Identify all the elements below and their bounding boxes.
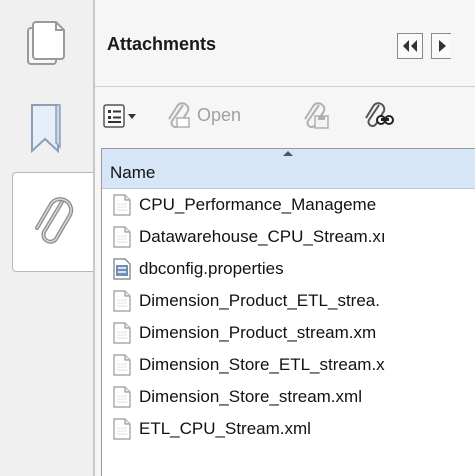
document-icon	[112, 322, 132, 344]
chevron-right-icon	[438, 40, 446, 52]
pages-button[interactable]	[0, 0, 92, 86]
list-item[interactable]: CPU_Performance_Manageme	[102, 189, 475, 221]
search-attachments-button[interactable]	[365, 102, 395, 130]
open-label: Open	[197, 104, 242, 125]
list-item[interactable]: Dimension_Product_ETL_strea.	[102, 285, 475, 317]
document-icon	[112, 194, 132, 216]
file-name: Datawarehouse_CPU_Stream.xı	[139, 227, 386, 246]
navigation-rail	[0, 0, 95, 476]
open-attachment-icon	[168, 102, 190, 128]
properties-file-icon	[112, 258, 132, 280]
attachments-button[interactable]	[12, 172, 95, 272]
list-item[interactable]: dbconfig.properties	[102, 253, 475, 285]
bookmarks-button[interactable]	[0, 86, 92, 172]
list-item[interactable]: Datawarehouse_CPU_Stream.xı	[102, 221, 475, 253]
file-name: dbconfig.properties	[139, 259, 284, 278]
file-name: Dimension_Product_ETL_strea.	[139, 291, 380, 310]
column-header-label: Name	[110, 163, 156, 182]
document-icon	[112, 418, 132, 440]
bookmark-icon	[31, 104, 61, 154]
save-attachment-button[interactable]	[303, 102, 331, 130]
save-attachment-icon	[304, 102, 329, 129]
panel-title: Attachments	[107, 34, 217, 54]
open-attachment-button[interactable]: Open	[167, 102, 241, 128]
file-name: Dimension_Store_stream.xml	[139, 387, 362, 406]
document-icon	[112, 354, 132, 376]
file-name: CPU_Performance_Manageme	[139, 195, 377, 214]
search-attachment-icon	[365, 102, 394, 127]
file-name: Dimension_Product_stream.xm	[139, 323, 377, 342]
list-item[interactable]: Dimension_Product_stream.xm	[102, 317, 475, 349]
document-icon	[112, 226, 132, 248]
collapse-panel-button[interactable]	[397, 33, 423, 59]
double-chevron-left-icon	[403, 40, 417, 52]
file-name: Dimension_Store_ETL_stream.x	[139, 355, 385, 374]
paperclip-icon	[35, 197, 74, 244]
pages-icon	[27, 21, 65, 65]
attachments-panel: Attachments Open Name CPU_Performance_Ma…	[95, 0, 475, 476]
expand-panel-button[interactable]	[431, 33, 451, 59]
toolbar-divider	[95, 86, 475, 87]
list-item[interactable]: Dimension_Store_stream.xml	[102, 381, 475, 413]
attachments-toolbar: Open	[95, 96, 475, 138]
name-column-header[interactable]: Name	[102, 149, 475, 189]
options-dropdown[interactable]	[103, 104, 143, 130]
attachments-list[interactable]: Name CPU_Performance_Manageme Datawarehou…	[101, 148, 475, 476]
document-icon	[112, 290, 132, 312]
list-item[interactable]: ETL_CPU_Stream.xml	[102, 413, 475, 445]
sort-ascending-icon	[283, 151, 293, 156]
file-rows: CPU_Performance_Manageme Datawarehouse_CP…	[102, 189, 475, 445]
list-item[interactable]: Dimension_Store_ETL_stream.x	[102, 349, 475, 381]
list-options-icon	[103, 104, 136, 128]
file-name: ETL_CPU_Stream.xml	[139, 419, 311, 438]
document-icon	[112, 386, 132, 408]
